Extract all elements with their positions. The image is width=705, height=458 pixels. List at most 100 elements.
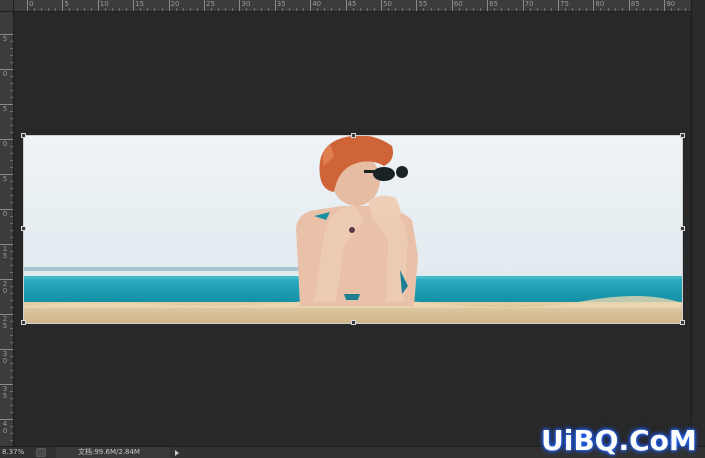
ruler-minor-tick <box>10 258 13 259</box>
ruler-major-tick <box>133 0 135 11</box>
ruler-minor-tick <box>543 8 545 11</box>
ruler-minor-tick <box>621 8 623 11</box>
ruler-minor-tick <box>182 8 184 11</box>
ruler-minor-tick <box>10 76 13 77</box>
ruler-label: 0 <box>2 70 8 78</box>
ruler-label: 65 <box>489 0 499 8</box>
ruler-minor-tick <box>508 8 510 11</box>
ruler-major-tick <box>451 0 453 11</box>
horizontal-ruler[interactable]: 0 5 10 15 20 25 30 35 40 45 50 55 60 65 70 75 80 85 90 <box>14 0 691 12</box>
vertical-ruler[interactable]: 5 0 5 0 5 0 1 5 2 0 2 5 3 0 3 5 4 0 <box>0 12 14 446</box>
ruler-minor-tick <box>331 8 333 11</box>
ruler-label: 85 <box>630 0 640 8</box>
ruler-label: 3 0 <box>2 350 8 365</box>
ruler-label: 5 <box>2 105 8 113</box>
ruler-major-tick <box>168 0 170 11</box>
ruler-minor-tick <box>10 377 13 378</box>
status-share-icon[interactable] <box>36 448 46 457</box>
ruler-minor-tick <box>10 202 13 203</box>
status-menu-arrow-icon[interactable] <box>172 448 182 458</box>
transform-handle-middle-right[interactable] <box>680 226 685 231</box>
ruler-minor-tick <box>10 146 13 147</box>
transform-handle-bottom-left[interactable] <box>21 320 26 325</box>
ruler-minor-tick <box>10 342 13 343</box>
ruler-minor-tick <box>338 8 340 11</box>
ruler-minor-tick <box>10 97 13 98</box>
ruler-minor-tick <box>10 433 13 434</box>
ruler-minor-tick <box>10 83 13 84</box>
ruler-label: 10 <box>99 0 109 8</box>
ruler-label: 2 5 <box>2 315 8 330</box>
ruler-minor-tick <box>154 8 156 11</box>
ruler-label: 5 <box>64 0 69 8</box>
transform-handle-middle-left[interactable] <box>21 226 26 231</box>
ruler-minor-tick <box>69 8 71 11</box>
ruler-minor-tick <box>550 8 552 11</box>
ruler-minor-tick <box>10 293 13 294</box>
ruler-minor-tick <box>352 8 354 11</box>
transform-handle-top-center[interactable] <box>351 133 356 138</box>
ruler-minor-tick <box>10 62 13 63</box>
ruler-minor-tick <box>402 8 404 11</box>
ruler-minor-tick <box>10 412 13 413</box>
ruler-label: 20 <box>170 0 180 8</box>
ruler-minor-tick <box>10 111 13 112</box>
ruler-major-tick <box>664 0 666 11</box>
ruler-minor-tick <box>140 8 142 11</box>
ruler-minor-tick <box>10 195 13 196</box>
ruler-label: 50 <box>383 0 392 8</box>
ruler-corner <box>0 0 14 12</box>
ruler-minor-tick <box>10 118 13 119</box>
document-info[interactable]: 文档:99.6M/2.84M <box>56 447 170 458</box>
ruler-label: 55 <box>418 0 428 8</box>
ruler-minor-tick <box>10 160 13 161</box>
ruler-minor-tick <box>395 8 397 11</box>
ruler-minor-tick <box>529 8 531 11</box>
ruler-minor-tick <box>126 8 128 11</box>
ruler-label: 0 <box>2 140 8 148</box>
ruler-label: 80 <box>595 0 605 8</box>
ruler-minor-tick <box>303 8 305 11</box>
ruler-minor-tick <box>10 55 13 56</box>
ruler-minor-tick <box>579 8 581 11</box>
ruler-minor-tick <box>83 8 85 11</box>
ruler-minor-tick <box>515 8 517 11</box>
ruler-minor-tick <box>565 8 567 11</box>
ruler-major-tick <box>558 0 559 11</box>
ruler-label: 4 0 <box>2 420 8 435</box>
ruler-major-tick <box>204 0 205 11</box>
ruler-major-tick <box>381 0 382 11</box>
ruler-minor-tick <box>196 8 198 11</box>
ruler-minor-tick <box>10 188 13 189</box>
zoom-level-field[interactable]: 8.37% <box>2 447 24 458</box>
ruler-label: 3 5 <box>2 385 8 400</box>
ruler-label: 0 <box>2 210 8 218</box>
transform-handle-bottom-center[interactable] <box>351 320 356 325</box>
ruler-minor-tick <box>48 8 50 11</box>
ruler-minor-tick <box>281 8 283 11</box>
transform-handle-bottom-right[interactable] <box>680 320 685 325</box>
ruler-minor-tick <box>119 8 121 11</box>
ruler-minor-tick <box>189 8 191 11</box>
ruler-minor-tick <box>253 8 255 11</box>
ruler-minor-tick <box>10 230 13 231</box>
ruler-minor-tick <box>161 8 163 11</box>
ruler-minor-tick <box>586 8 588 11</box>
ruler-minor-tick <box>260 8 262 11</box>
ruler-minor-tick <box>642 8 644 11</box>
ruler-label: 35 <box>276 0 286 8</box>
transform-handle-top-right[interactable] <box>680 133 685 138</box>
vertical-scrollbar[interactable] <box>691 0 705 446</box>
ruler-minor-tick <box>10 90 13 91</box>
transform-handle-top-left[interactable] <box>21 133 26 138</box>
ruler-minor-tick <box>366 8 368 11</box>
ruler-label: 70 <box>524 0 534 8</box>
ruler-minor-tick <box>10 391 13 392</box>
ruler-major-tick <box>97 0 99 11</box>
ruler-minor-tick <box>175 8 177 11</box>
ruler-minor-tick <box>10 286 13 287</box>
document-canvas[interactable] <box>24 136 682 323</box>
ruler-label: 25 <box>206 0 215 8</box>
ruler-minor-tick <box>10 251 13 252</box>
ruler-major-tick <box>487 0 489 11</box>
